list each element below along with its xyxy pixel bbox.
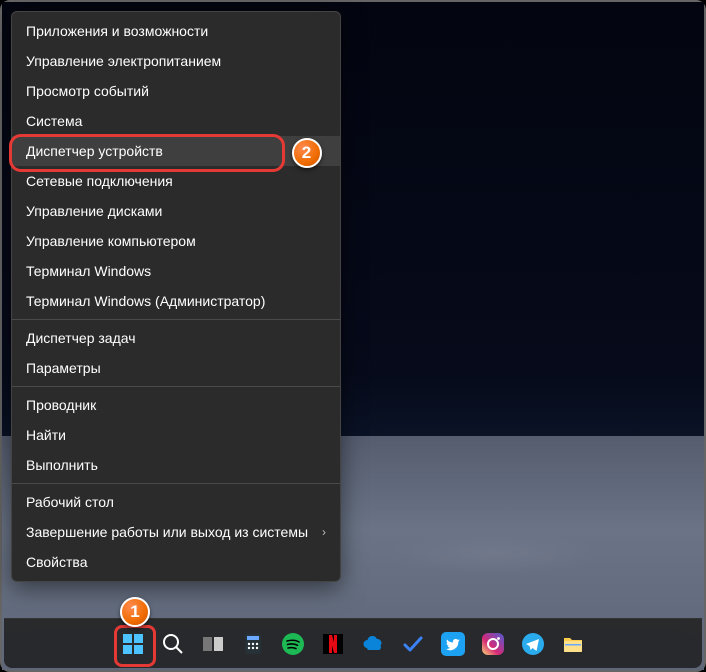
menu-item-label: Параметры xyxy=(26,360,101,376)
taskview-icon[interactable] xyxy=(199,630,227,658)
menu-item[interactable]: Диспетчер устройств xyxy=(12,136,340,166)
menu-item-label: Управление компьютером xyxy=(26,233,196,249)
menu-item[interactable]: Параметры xyxy=(12,353,340,383)
twitter-icon[interactable] xyxy=(439,630,467,658)
menu-item[interactable]: Завершение работы или выход из системы › xyxy=(12,517,340,547)
menu-item-label: Приложения и возможности xyxy=(26,23,208,39)
menu-separator xyxy=(12,483,340,484)
menu-item[interactable]: Управление дисками xyxy=(12,196,340,226)
start-icon[interactable] xyxy=(119,630,147,658)
menu-item-label: Выполнить xyxy=(26,457,98,473)
menu-item[interactable]: Диспетчер задач xyxy=(12,323,340,353)
menu-item-label: Сетевые подключения xyxy=(26,173,173,189)
todo-icon[interactable] xyxy=(399,630,427,658)
menu-item-label: Проводник xyxy=(26,397,96,413)
menu-item-label: Рабочий стол xyxy=(26,494,114,510)
menu-separator xyxy=(12,319,340,320)
menu-separator xyxy=(12,386,340,387)
telegram-icon[interactable] xyxy=(519,630,547,658)
menu-item-label: Диспетчер задач xyxy=(26,330,136,346)
menu-item-label: Система xyxy=(26,113,82,129)
menu-item[interactable]: Терминал Windows xyxy=(12,256,340,286)
netflix-icon[interactable] xyxy=(319,630,347,658)
menu-item[interactable]: Сетевые подключения xyxy=(12,166,340,196)
taskbar xyxy=(4,618,702,668)
menu-item[interactable]: Управление компьютером xyxy=(12,226,340,256)
menu-item[interactable]: Свойства xyxy=(12,547,340,577)
menu-item[interactable]: Управление электропитанием xyxy=(12,46,340,76)
calculator-icon[interactable] xyxy=(239,630,267,658)
menu-item-label: Терминал Windows xyxy=(26,263,151,279)
menu-item[interactable]: Выполнить xyxy=(12,450,340,480)
menu-item-label: Терминал Windows (Администратор) xyxy=(26,293,265,309)
menu-item-label: Управление дисками xyxy=(26,203,162,219)
onedrive-icon[interactable] xyxy=(359,630,387,658)
menu-item[interactable]: Система xyxy=(12,106,340,136)
winx-context-menu: Приложения и возможности Управление элект… xyxy=(11,11,341,582)
menu-item-label: Управление электропитанием xyxy=(26,53,221,69)
instagram-icon[interactable] xyxy=(479,630,507,658)
menu-item[interactable]: Терминал Windows (Администратор) xyxy=(12,286,340,316)
menu-item[interactable]: Приложения и возможности xyxy=(12,16,340,46)
menu-item[interactable]: Рабочий стол xyxy=(12,487,340,517)
spotify-icon[interactable] xyxy=(279,630,307,658)
menu-item[interactable]: Найти xyxy=(12,420,340,450)
menu-item-label: Свойства xyxy=(26,554,87,570)
menu-item[interactable]: Проводник xyxy=(12,390,340,420)
explorer-icon[interactable] xyxy=(559,630,587,658)
menu-item-label: Диспетчер устройств xyxy=(26,143,163,159)
search-icon[interactable] xyxy=(159,630,187,658)
menu-item-label: Завершение работы или выход из системы xyxy=(26,524,308,540)
menu-item-label: Просмотр событий xyxy=(26,83,149,99)
menu-item[interactable]: Просмотр событий xyxy=(12,76,340,106)
chevron-right-icon: › xyxy=(322,525,326,539)
menu-item-label: Найти xyxy=(26,427,66,443)
